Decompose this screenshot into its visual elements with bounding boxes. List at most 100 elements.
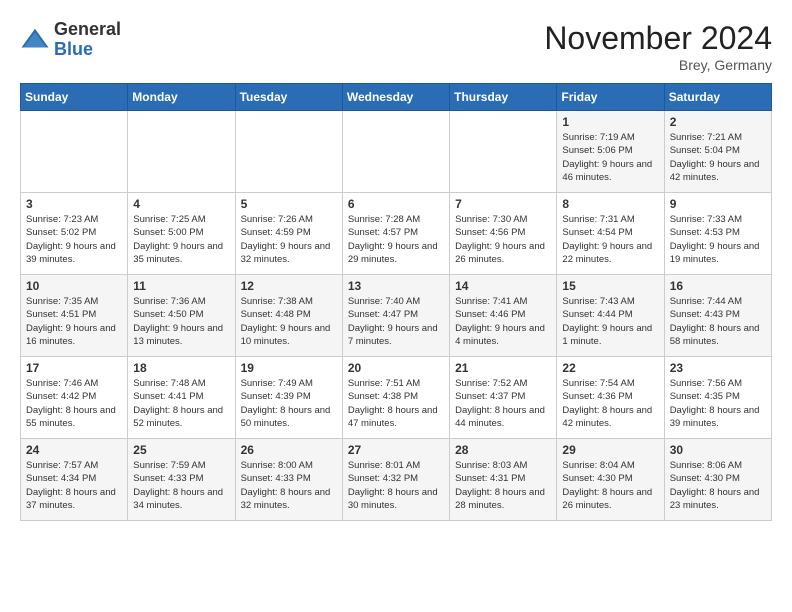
day-info: Sunrise: 8:03 AM Sunset: 4:31 PM Dayligh… — [455, 459, 551, 512]
day-number: 23 — [670, 361, 766, 375]
day-info: Sunrise: 7:35 AM Sunset: 4:51 PM Dayligh… — [26, 295, 122, 348]
day-info: Sunrise: 7:36 AM Sunset: 4:50 PM Dayligh… — [133, 295, 229, 348]
week-row-4: 17 Sunrise: 7:46 AM Sunset: 4:42 PM Dayli… — [21, 357, 772, 439]
day-cell: 8 Sunrise: 7:31 AM Sunset: 4:54 PM Daylig… — [557, 193, 664, 275]
logo-icon — [20, 25, 50, 55]
logo-blue: Blue — [54, 40, 121, 60]
day-cell: 18 Sunrise: 7:48 AM Sunset: 4:41 PM Dayli… — [128, 357, 235, 439]
day-cell: 1 Sunrise: 7:19 AM Sunset: 5:06 PM Daylig… — [557, 111, 664, 193]
day-info: Sunrise: 7:21 AM Sunset: 5:04 PM Dayligh… — [670, 131, 766, 184]
day-info: Sunrise: 7:41 AM Sunset: 4:46 PM Dayligh… — [455, 295, 551, 348]
title-block: November 2024 Brey, Germany — [544, 20, 772, 73]
day-cell — [128, 111, 235, 193]
day-info: Sunrise: 7:23 AM Sunset: 5:02 PM Dayligh… — [26, 213, 122, 266]
day-number: 18 — [133, 361, 229, 375]
day-number: 3 — [26, 197, 122, 211]
day-number: 12 — [241, 279, 337, 293]
day-info: Sunrise: 7:38 AM Sunset: 4:48 PM Dayligh… — [241, 295, 337, 348]
header-saturday: Saturday — [664, 84, 771, 111]
logo-general: General — [54, 20, 121, 40]
day-number: 1 — [562, 115, 658, 129]
day-info: Sunrise: 7:54 AM Sunset: 4:36 PM Dayligh… — [562, 377, 658, 430]
day-cell: 9 Sunrise: 7:33 AM Sunset: 4:53 PM Daylig… — [664, 193, 771, 275]
day-cell: 27Sunrise: 8:01 AM Sunset: 4:32 PM Dayli… — [342, 439, 449, 521]
day-number: 5 — [241, 197, 337, 211]
day-number: 15 — [562, 279, 658, 293]
calendar-header-row: SundayMondayTuesdayWednesdayThursdayFrid… — [21, 84, 772, 111]
header-wednesday: Wednesday — [342, 84, 449, 111]
day-number: 6 — [348, 197, 444, 211]
day-number: 21 — [455, 361, 551, 375]
day-number: 16 — [670, 279, 766, 293]
logo-text: General Blue — [54, 20, 121, 60]
day-info: Sunrise: 7:52 AM Sunset: 4:37 PM Dayligh… — [455, 377, 551, 430]
day-cell: 20Sunrise: 7:51 AM Sunset: 4:38 PM Dayli… — [342, 357, 449, 439]
day-cell — [21, 111, 128, 193]
day-info: Sunrise: 7:49 AM Sunset: 4:39 PM Dayligh… — [241, 377, 337, 430]
day-number: 13 — [348, 279, 444, 293]
day-cell: 30 Sunrise: 8:06 AM Sunset: 4:30 PM Dayli… — [664, 439, 771, 521]
day-cell: 10 Sunrise: 7:35 AM Sunset: 4:51 PM Dayli… — [21, 275, 128, 357]
day-info: Sunrise: 7:19 AM Sunset: 5:06 PM Dayligh… — [562, 131, 658, 184]
day-cell — [342, 111, 449, 193]
day-cell: 23Sunrise: 7:56 AM Sunset: 4:35 PM Dayli… — [664, 357, 771, 439]
day-cell: 17 Sunrise: 7:46 AM Sunset: 4:42 PM Dayli… — [21, 357, 128, 439]
day-number: 19 — [241, 361, 337, 375]
day-cell: 19 Sunrise: 7:49 AM Sunset: 4:39 PM Dayli… — [235, 357, 342, 439]
day-cell: 21 Sunrise: 7:52 AM Sunset: 4:37 PM Dayli… — [450, 357, 557, 439]
day-info: Sunrise: 8:06 AM Sunset: 4:30 PM Dayligh… — [670, 459, 766, 512]
header-tuesday: Tuesday — [235, 84, 342, 111]
day-info: Sunrise: 8:04 AM Sunset: 4:30 PM Dayligh… — [562, 459, 658, 512]
day-cell: 5 Sunrise: 7:26 AM Sunset: 4:59 PM Daylig… — [235, 193, 342, 275]
day-info: Sunrise: 7:44 AM Sunset: 4:43 PM Dayligh… — [670, 295, 766, 348]
day-cell: 7Sunrise: 7:30 AM Sunset: 4:56 PM Daylig… — [450, 193, 557, 275]
week-row-2: 3 Sunrise: 7:23 AM Sunset: 5:02 PM Daylig… — [21, 193, 772, 275]
day-number: 27 — [348, 443, 444, 457]
week-row-1: 1 Sunrise: 7:19 AM Sunset: 5:06 PM Daylig… — [21, 111, 772, 193]
day-info: Sunrise: 7:31 AM Sunset: 4:54 PM Dayligh… — [562, 213, 658, 266]
page-header: General Blue November 2024 Brey, Germany — [20, 20, 772, 73]
day-info: Sunrise: 7:26 AM Sunset: 4:59 PM Dayligh… — [241, 213, 337, 266]
week-row-5: 24 Sunrise: 7:57 AM Sunset: 4:34 PM Dayli… — [21, 439, 772, 521]
day-cell: 15 Sunrise: 7:43 AM Sunset: 4:44 PM Dayli… — [557, 275, 664, 357]
day-info: Sunrise: 7:59 AM Sunset: 4:33 PM Dayligh… — [133, 459, 229, 512]
day-cell: 26Sunrise: 8:00 AM Sunset: 4:33 PM Dayli… — [235, 439, 342, 521]
day-number: 26 — [241, 443, 337, 457]
day-cell — [450, 111, 557, 193]
day-info: Sunrise: 7:46 AM Sunset: 4:42 PM Dayligh… — [26, 377, 122, 430]
header-thursday: Thursday — [450, 84, 557, 111]
day-cell: 29 Sunrise: 8:04 AM Sunset: 4:30 PM Dayli… — [557, 439, 664, 521]
day-number: 29 — [562, 443, 658, 457]
day-number: 25 — [133, 443, 229, 457]
day-number: 14 — [455, 279, 551, 293]
day-cell: 25 Sunrise: 7:59 AM Sunset: 4:33 PM Dayli… — [128, 439, 235, 521]
day-number: 24 — [26, 443, 122, 457]
day-cell: 3 Sunrise: 7:23 AM Sunset: 5:02 PM Daylig… — [21, 193, 128, 275]
logo: General Blue — [20, 20, 121, 60]
day-cell: 22Sunrise: 7:54 AM Sunset: 4:36 PM Dayli… — [557, 357, 664, 439]
day-number: 8 — [562, 197, 658, 211]
day-cell: 28 Sunrise: 8:03 AM Sunset: 4:31 PM Dayli… — [450, 439, 557, 521]
day-cell: 13 Sunrise: 7:40 AM Sunset: 4:47 PM Dayli… — [342, 275, 449, 357]
day-number: 30 — [670, 443, 766, 457]
day-number: 9 — [670, 197, 766, 211]
day-cell: 16 Sunrise: 7:44 AM Sunset: 4:43 PM Dayli… — [664, 275, 771, 357]
week-row-3: 10 Sunrise: 7:35 AM Sunset: 4:51 PM Dayli… — [21, 275, 772, 357]
day-info: Sunrise: 7:40 AM Sunset: 4:47 PM Dayligh… — [348, 295, 444, 348]
day-number: 20 — [348, 361, 444, 375]
day-number: 2 — [670, 115, 766, 129]
day-number: 7 — [455, 197, 551, 211]
day-number: 17 — [26, 361, 122, 375]
day-number: 28 — [455, 443, 551, 457]
day-cell: 6Sunrise: 7:28 AM Sunset: 4:57 PM Daylig… — [342, 193, 449, 275]
day-number: 4 — [133, 197, 229, 211]
day-info: Sunrise: 7:25 AM Sunset: 5:00 PM Dayligh… — [133, 213, 229, 266]
month-title: November 2024 — [544, 20, 772, 57]
day-info: Sunrise: 7:57 AM Sunset: 4:34 PM Dayligh… — [26, 459, 122, 512]
day-number: 10 — [26, 279, 122, 293]
header-monday: Monday — [128, 84, 235, 111]
day-info: Sunrise: 7:48 AM Sunset: 4:41 PM Dayligh… — [133, 377, 229, 430]
day-info: Sunrise: 7:33 AM Sunset: 4:53 PM Dayligh… — [670, 213, 766, 266]
calendar-table: SundayMondayTuesdayWednesdayThursdayFrid… — [20, 83, 772, 521]
day-info: Sunrise: 7:43 AM Sunset: 4:44 PM Dayligh… — [562, 295, 658, 348]
